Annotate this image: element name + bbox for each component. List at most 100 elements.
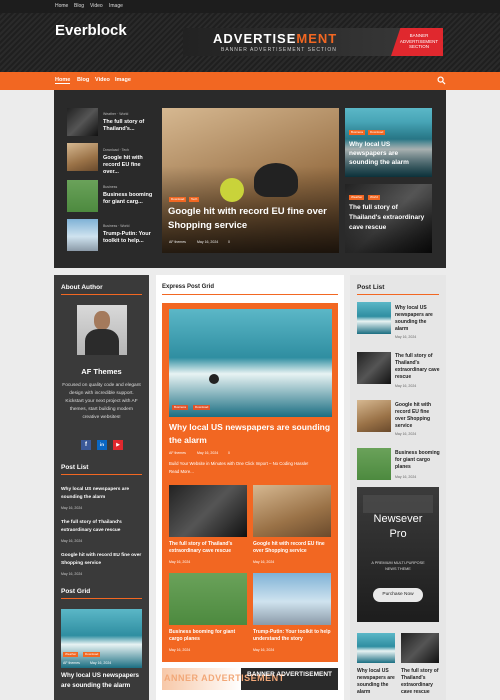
top-link-blog[interactable]: Blog — [74, 3, 84, 9]
hero-main-date: May 16, 2024 — [197, 240, 219, 244]
left-grid-badge[interactable]: Weather — [63, 652, 79, 657]
hero-main-comments[interactable]: 0 — [228, 240, 230, 244]
youtube-icon[interactable]: ▶ — [113, 440, 123, 450]
feature-badge[interactable]: Download — [193, 405, 211, 410]
feature-title[interactable]: Why local US newspapers are sounding the… — [169, 421, 334, 447]
banner-advertisement[interactable]: ANNER ADVERTISEMENT BANNER ADVERTISEMENT — [162, 668, 338, 690]
promo-tagline: A PREMIUM MULTI-PURPOSE NEWS THEME — [371, 561, 425, 571]
purchase-now-button[interactable]: Purchase Now — [373, 588, 423, 602]
facebook-icon[interactable]: f — [81, 440, 91, 450]
grid-image[interactable] — [169, 485, 247, 537]
site-title[interactable]: Everblock — [55, 22, 127, 39]
hero-right-badge[interactable]: Weather — [349, 195, 365, 200]
left-post-date: May 16, 2024 — [61, 506, 83, 510]
left-post-date: May 16, 2024 — [61, 539, 83, 543]
hero-list-cats[interactable]: Weather · World — [103, 112, 128, 116]
author-bio: Focused on quality code and elegant desi… — [62, 383, 141, 420]
hero-list-title[interactable]: The full story of Thailand's... — [103, 119, 155, 133]
nav-item-blog[interactable]: Blog — [77, 77, 89, 83]
right-post-title[interactable]: The full story of Thailand's extraordina… — [395, 353, 441, 381]
post-grid-heading: Post Grid — [61, 588, 91, 595]
nav-item-home[interactable]: Home — [55, 77, 71, 84]
left-grid-image[interactable] — [61, 609, 142, 668]
grid-title[interactable]: Trump-Putin: Your toolkit to help unders… — [253, 629, 333, 643]
hero-list-title[interactable]: Google hit with record EU fine over... — [103, 155, 155, 176]
left-grid-badge[interactable]: Download — [83, 652, 101, 657]
grid-title[interactable]: Business booming for giant cargo planes — [169, 629, 249, 643]
ad-title: ADVERTISEMENT — [213, 31, 338, 46]
read-more-link[interactable]: Read More... — [169, 469, 194, 474]
right-post-thumb[interactable] — [357, 448, 391, 480]
grid-image[interactable] — [253, 573, 331, 625]
feature-image[interactable] — [169, 309, 332, 417]
hero-list-thumb[interactable] — [67, 143, 98, 171]
right-bottom-title[interactable]: The full story of Thailand's extraordina… — [401, 668, 441, 696]
hero-right-badge[interactable]: Download — [368, 130, 386, 135]
banner-text: BANNER ADVERTISEMENT — [247, 671, 332, 678]
left-grid-date: May 16, 2024 — [90, 661, 112, 665]
right-post-date: May 16, 2024 — [395, 384, 417, 388]
hero-list-thumb[interactable] — [67, 108, 98, 136]
right-bottom-thumb[interactable] — [401, 633, 439, 663]
hero-main-author[interactable]: AF themes — [169, 240, 186, 244]
feature-date: May 16, 2024 — [197, 451, 219, 455]
left-grid-title[interactable]: Why local US newspapers are sounding the… — [61, 671, 145, 691]
right-post-title[interactable]: Business booming for giant cargo planes — [395, 450, 441, 471]
hero-main-title[interactable]: Google hit with record EU fine over Shop… — [168, 205, 333, 233]
grid-title[interactable]: The full story of Thailand's extraordina… — [169, 541, 249, 555]
author-avatar — [77, 305, 127, 355]
promo-name-pro: Pro — [389, 528, 407, 540]
right-post-thumb[interactable] — [357, 400, 391, 432]
right-bottom-thumb[interactable] — [357, 633, 395, 663]
hero-list-title[interactable]: Trump-Putin: Your toolkit to help... — [103, 231, 155, 245]
left-post-date: May 16, 2024 — [61, 572, 83, 576]
grid-image[interactable] — [169, 573, 247, 625]
grid-image[interactable] — [253, 485, 331, 537]
express-heading: Express Post Grid — [162, 284, 215, 290]
right-post-date: May 16, 2024 — [395, 335, 417, 339]
hero-main-badge[interactable]: Tech — [189, 197, 200, 202]
right-post-title[interactable]: Google hit with record EU fine over Shop… — [395, 402, 441, 430]
author-name: AF Themes — [81, 367, 122, 376]
divider — [61, 294, 142, 295]
hero-right-top-title[interactable]: Why local US newspapers are sounding the… — [349, 140, 429, 167]
about-author-heading: About Author — [61, 284, 103, 291]
feature-author[interactable]: AF themes — [169, 451, 186, 455]
feature-badge[interactable]: Business — [172, 405, 189, 410]
right-post-title[interactable]: Why local US newspapers are sounding the… — [395, 305, 441, 333]
right-post-thumb[interactable] — [357, 352, 391, 384]
hero-list-cats[interactable]: Business — [103, 185, 117, 189]
hero-right-badge[interactable]: World — [368, 195, 380, 200]
hero-list-thumb[interactable] — [67, 219, 98, 251]
linkedin-icon[interactable]: in — [97, 440, 107, 450]
hero-list-title[interactable]: Business booming for giant carg... — [103, 192, 155, 206]
right-post-list-heading: Post List — [357, 284, 385, 291]
header-advertisement[interactable]: ADVERTISEMENT BANNER ADVERTISEMENT SECTI… — [183, 28, 443, 56]
nav-item-image[interactable]: Image — [115, 77, 131, 83]
hero-list-cats[interactable]: Download · Tech — [103, 148, 129, 152]
hero-main-badge[interactable]: Download — [169, 197, 187, 202]
right-post-date: May 16, 2024 — [395, 475, 417, 479]
left-post-title[interactable]: The full story of Thailand's extraordina… — [61, 519, 142, 534]
grid-title[interactable]: Google hit with record EU fine over Shop… — [253, 541, 333, 555]
hero-list-cats[interactable]: Business · World — [103, 224, 129, 228]
top-link-video[interactable]: Video — [90, 3, 103, 9]
right-bottom-title[interactable]: Why local US newspapers are sounding the… — [357, 668, 397, 696]
right-post-thumb[interactable] — [357, 302, 391, 334]
nav-item-video[interactable]: Video — [95, 77, 110, 83]
divider — [61, 598, 142, 599]
search-icon[interactable] — [437, 76, 446, 85]
left-post-title[interactable]: Google hit with record EU fine over Shop… — [61, 552, 142, 567]
ad-subtitle: BANNER ADVERTISEMENT SECTION — [221, 47, 337, 53]
hero-right-bottom-title[interactable]: The full story of Thailand's extraordina… — [349, 203, 429, 233]
post-list-heading: Post List — [61, 464, 89, 471]
promo-banner[interactable]: Newsever Pro A PREMIUM MULTI-PURPOSE NEW… — [357, 487, 439, 622]
hero-list-thumb[interactable] — [67, 180, 98, 212]
left-post-title[interactable]: Why local US newspapers are sounding the… — [61, 486, 142, 501]
feature-comments[interactable]: 0 — [228, 451, 230, 455]
top-link-image[interactable]: Image — [109, 3, 123, 9]
top-link-home[interactable]: Home — [55, 3, 68, 9]
hero-right-badge[interactable]: Business — [349, 130, 366, 135]
grid-date: May 16, 2024 — [253, 648, 275, 652]
left-grid-author[interactable]: AF themes — [63, 661, 80, 665]
